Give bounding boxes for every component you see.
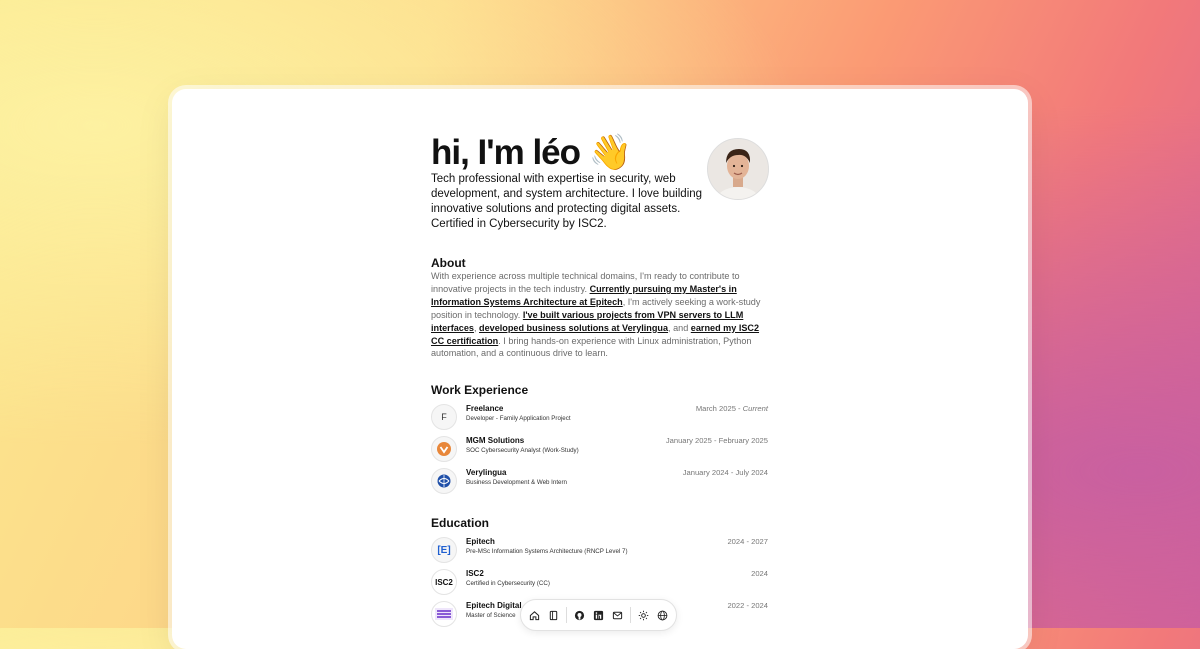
education-item-name: Epitech <box>466 537 495 546</box>
work-item-date: March 2025 - Current <box>695 404 768 413</box>
education-item-date: 2024 - 2027 <box>727 537 768 546</box>
education-item-name: ISC2 <box>466 569 484 578</box>
dock-separator <box>629 607 631 623</box>
mgm-logo <box>431 436 457 462</box>
verylingua-link[interactable]: developed business solutions at Veryling… <box>479 323 668 333</box>
work-item-name: MGM Solutions <box>466 436 525 445</box>
work-item-role: Developer - Family Application Project <box>466 415 571 422</box>
verylingua-logo <box>431 468 457 494</box>
work-item-mgm[interactable]: MGM Solutions SOC Cybersecurity Analyst … <box>431 436 768 462</box>
education-item-name: Epitech Digital <box>466 601 522 610</box>
work-heading: Work Experience <box>431 383 529 397</box>
work-item-role: Business Development & Web Intern <box>466 479 567 486</box>
isc2-logo: ISC2 <box>431 569 457 595</box>
epitech-logo: [E] <box>431 537 457 563</box>
bottom-dock <box>520 599 677 631</box>
education-item-degree: Master of Science <box>466 612 516 619</box>
education-item-epitech[interactable]: [E] Epitech Pre-MSc Information Systems … <box>431 537 768 563</box>
linkedin-icon[interactable] <box>591 608 605 622</box>
work-item-verylingua[interactable]: Verylingua Business Development & Web In… <box>431 468 768 494</box>
sun-icon[interactable] <box>636 608 650 622</box>
notebook-icon[interactable] <box>547 608 561 622</box>
dock-separator <box>566 607 568 623</box>
about-text: With experience across multiple technica… <box>431 271 761 359</box>
about-heading: About <box>431 256 466 270</box>
home-icon[interactable] <box>528 608 542 622</box>
work-item-date: January 2025 - February 2025 <box>665 436 768 445</box>
avatar <box>707 138 769 200</box>
freelance-logo: F <box>431 404 457 430</box>
education-heading: Education <box>431 516 490 530</box>
work-item-freelance[interactable]: F Freelance Developer - Family Applicati… <box>431 404 768 430</box>
education-item-isc2[interactable]: ISC2 ISC2 Certified in Cybersecurity (CC… <box>431 569 768 595</box>
globe-icon[interactable] <box>655 608 669 622</box>
work-item-name: Freelance <box>466 404 504 413</box>
work-item-role: SOC Cybersecurity Analyst (Work-Study) <box>466 447 579 454</box>
education-item-date: 2024 <box>751 569 768 578</box>
education-item-degree: Certified in Cybersecurity (CC) <box>466 580 550 587</box>
education-item-date: 2022 - 2024 <box>727 601 768 610</box>
page-title: hi, I'm léo 👋 <box>431 133 632 172</box>
work-item-date: January 2024 - July 2024 <box>682 468 768 477</box>
mail-icon[interactable] <box>611 608 625 622</box>
work-item-name: Verylingua <box>466 468 507 477</box>
epitech-digital-logo <box>431 601 457 627</box>
github-icon[interactable] <box>572 608 586 622</box>
hero-description: Tech professional with expertise in secu… <box>431 173 703 230</box>
education-item-degree: Pre-MSc Information Systems Architecture… <box>466 548 628 555</box>
